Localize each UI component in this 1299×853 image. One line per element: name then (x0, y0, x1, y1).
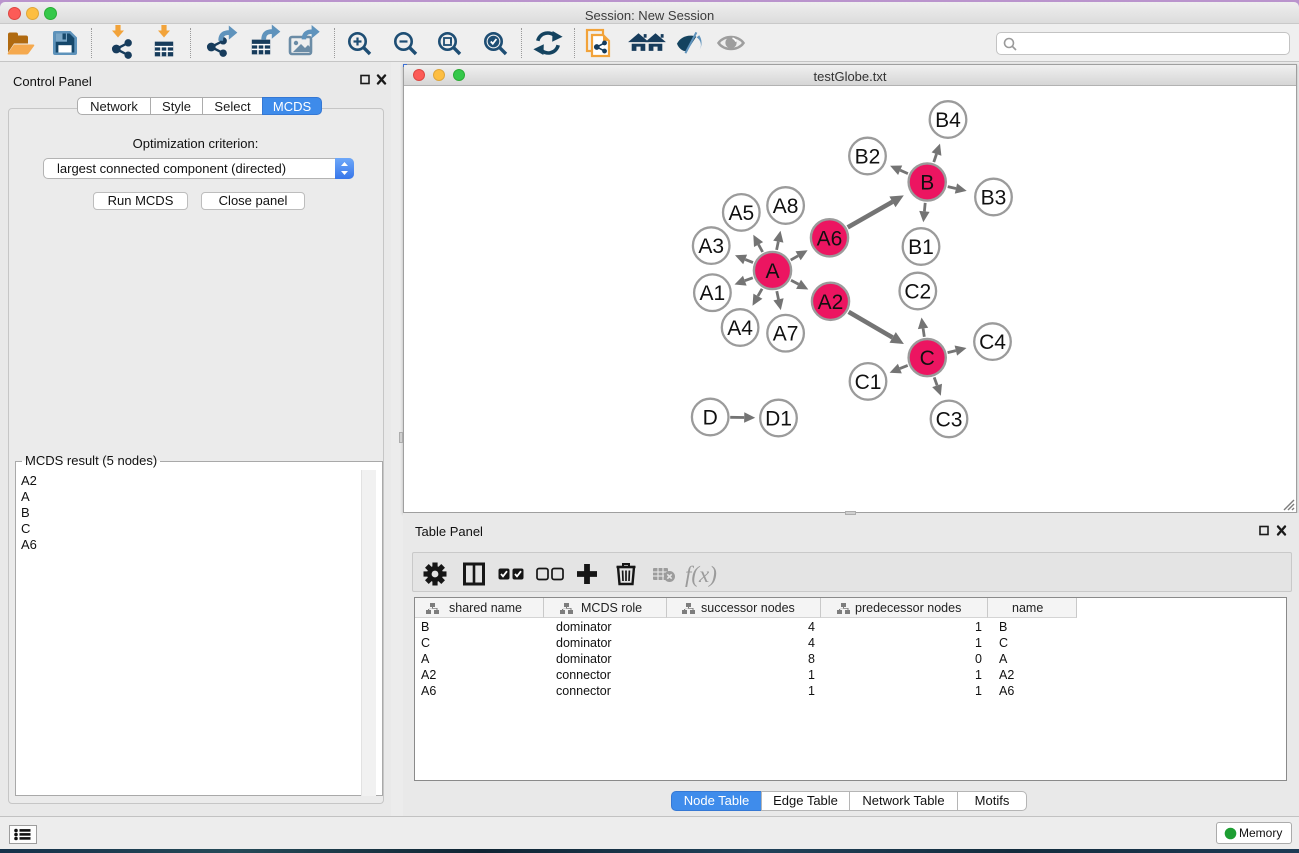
svg-text:A8: A8 (773, 195, 799, 218)
svg-text:A6: A6 (817, 227, 843, 250)
svg-text:B1: B1 (908, 236, 934, 259)
svg-text:B4: B4 (935, 109, 961, 132)
svg-text:A2: A2 (818, 291, 844, 314)
svg-text:B3: B3 (981, 187, 1007, 210)
svg-text:B2: B2 (855, 146, 881, 169)
svg-text:C: C (920, 347, 935, 370)
svg-text:f(x): f(x) (685, 562, 717, 587)
svg-text:A1: A1 (700, 282, 726, 305)
svg-text:B: B (920, 172, 934, 195)
svg-text:A: A (765, 260, 779, 283)
svg-text:D: D (703, 407, 718, 430)
svg-text:A7: A7 (773, 323, 799, 346)
svg-text:A4: A4 (727, 317, 753, 340)
svg-text:C1: C1 (855, 371, 882, 394)
svg-text:C2: C2 (904, 281, 931, 304)
svg-text:C3: C3 (936, 408, 963, 431)
svg-text:A5: A5 (728, 202, 754, 225)
svg-text:C4: C4 (979, 331, 1006, 354)
svg-text:A3: A3 (698, 235, 724, 258)
svg-text:D1: D1 (765, 408, 792, 431)
